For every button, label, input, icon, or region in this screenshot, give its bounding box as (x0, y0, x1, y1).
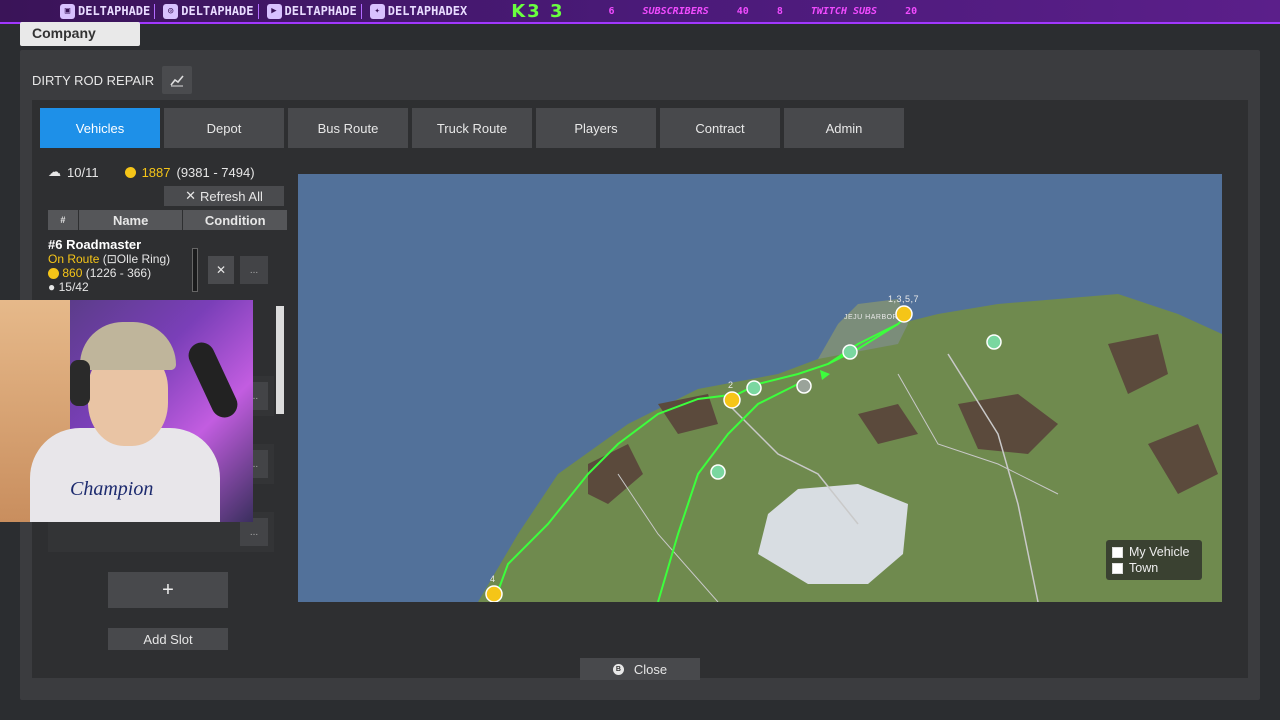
tab-bar: Vehicles Depot Bus Route Truck Route Pla… (40, 108, 904, 148)
coin-icon (48, 268, 59, 280)
tab-vehicles[interactable]: Vehicles (40, 108, 160, 148)
tab-truck-route[interactable]: Truck Route (412, 108, 532, 148)
b-key-icon: B (612, 663, 624, 675)
col-number[interactable]: # (48, 210, 78, 230)
vehicle-count-icon: ☁ (48, 164, 61, 179)
repair-button[interactable]: ✕ (208, 256, 234, 284)
tab-admin[interactable]: Admin (784, 108, 904, 148)
microphone-graphic (184, 338, 242, 422)
legend-town-label: Town (1129, 561, 1159, 575)
stat-a: 6 (608, 5, 615, 17)
vehicle-passengers-value: 15/42 (58, 280, 89, 294)
social-handle: DELTAPHADEX (387, 4, 468, 18)
company-title: DIRTY ROD REPAIR (32, 72, 155, 88)
close-button[interactable]: B Close (580, 658, 700, 680)
vehicle-route: Olle Ring) (116, 252, 171, 266)
vehicle-list-scrollbar[interactable] (276, 306, 284, 414)
person-icon: ● (48, 280, 56, 294)
map-legend: My Vehicle Town (1106, 540, 1202, 580)
checkbox[interactable] (1112, 562, 1123, 574)
stats-chart-button[interactable] (162, 66, 193, 94)
twitter-icon: ✦ (369, 3, 385, 19)
vehicle-name: #6 Roadmaster (48, 237, 142, 252)
social-handle: DELTAPHADE (78, 4, 151, 18)
social-youtube: ▶ DELTAPHADE (263, 3, 362, 19)
col-name[interactable]: Name (78, 210, 183, 230)
island-map-graphic (478, 294, 1222, 602)
tab-depot[interactable]: Depot (164, 108, 284, 148)
refresh-all-button[interactable]: ✕ Refresh All (164, 186, 284, 206)
vehicle-table-header: # Name Condition (48, 210, 288, 230)
legend-town[interactable]: Town (1112, 560, 1196, 576)
overlay-stats: 6 SUBSCRIBERS 40 8 TWITCH SUBS 20 (595, 6, 932, 17)
social-twitch: ▣ DELTAPHADE (56, 3, 156, 19)
subscribers-value: 40 (736, 5, 749, 17)
tools-icon: ✕ (185, 188, 197, 203)
legend-my-vehicle[interactable]: My Vehicle (1112, 544, 1196, 560)
col-condition[interactable]: Condition (183, 210, 287, 230)
map-marker-label-2: 2 (728, 380, 734, 390)
stat-b: 8 (776, 5, 783, 17)
hoodie-logo: Champion (70, 478, 154, 500)
more-options-button[interactable]: ... (240, 256, 268, 284)
add-vehicle-button[interactable]: + (108, 572, 228, 608)
route-map[interactable]: JEJU HARBOR 1,3,5,7 2 4 My Vehicle Town (298, 174, 1222, 602)
vehicle-status-text: On Route (48, 252, 100, 266)
vehicle-income-range: (1226 - 366) (85, 266, 152, 280)
tab-contract[interactable]: Contract (660, 108, 780, 148)
social-handle: DELTAPHADE (284, 4, 357, 18)
chart-line-icon (170, 75, 184, 87)
webcam-overlay: Champion (0, 300, 253, 522)
social-handle: DELTAPHADE (181, 4, 254, 18)
social-twitter: ✦ DELTAPHADEX (366, 3, 471, 19)
legend-my-vehicle-label: My Vehicle (1129, 545, 1190, 559)
twitch-icon: ▣ (60, 3, 75, 19)
refresh-all-label: Refresh All (200, 188, 263, 204)
streamer-cap (80, 322, 176, 370)
wrench-icon: ✕ (215, 263, 227, 277)
coin-icon (124, 166, 136, 178)
company-tab[interactable]: Company (20, 22, 140, 46)
panel-header: DIRTY ROD REPAIR (32, 66, 193, 94)
twitch-subs-label: TWITCH SUBS (810, 5, 878, 17)
stream-overlay-bar: ▣ DELTAPHADE ◎ DELTAPHADE ▶ DELTAPHADE ✦… (0, 0, 1280, 24)
tab-bus-route[interactable]: Bus Route (288, 108, 408, 148)
twitch-subs-value: 20 (905, 5, 918, 17)
money-value: 1887 (141, 164, 171, 180)
map-label-harbor: JEJU HARBOR (844, 314, 899, 321)
money-range: (9381 - 7494) (176, 164, 255, 180)
map-marker-label-top: 1,3,5,7 (888, 294, 920, 304)
close-label: Close (633, 661, 668, 677)
vehicle-row[interactable]: #6 Roadmaster On Route (⊡Olle Ring) 860 … (48, 238, 274, 300)
add-slot-button[interactable]: Add Slot (108, 628, 228, 650)
tab-players[interactable]: Players (536, 108, 656, 148)
overlay-badge: K3 3 (511, 0, 565, 22)
bus-icon: (⊡ (102, 252, 117, 266)
condition-bar (192, 248, 198, 292)
headphones-graphic (70, 360, 90, 406)
subscribers-label: SUBSCRIBERS (642, 5, 709, 17)
checkbox[interactable] (1112, 546, 1123, 558)
vehicle-income-value: 860 (62, 266, 83, 280)
instagram-icon: ◎ (163, 3, 179, 19)
youtube-icon: ▶ (266, 3, 282, 19)
social-instagram: ◎ DELTAPHADE (159, 3, 259, 19)
more-options-button[interactable]: ... (240, 518, 268, 546)
social-handles: ▣ DELTAPHADE ◎ DELTAPHADE ▶ DELTAPHADE ✦… (56, 3, 471, 19)
vehicle-summary: ☁ 10/11 1887 (9381 - 7494) (48, 164, 255, 180)
map-marker-label-4: 4 (490, 574, 496, 584)
vehicle-count: 10/11 (67, 164, 99, 180)
